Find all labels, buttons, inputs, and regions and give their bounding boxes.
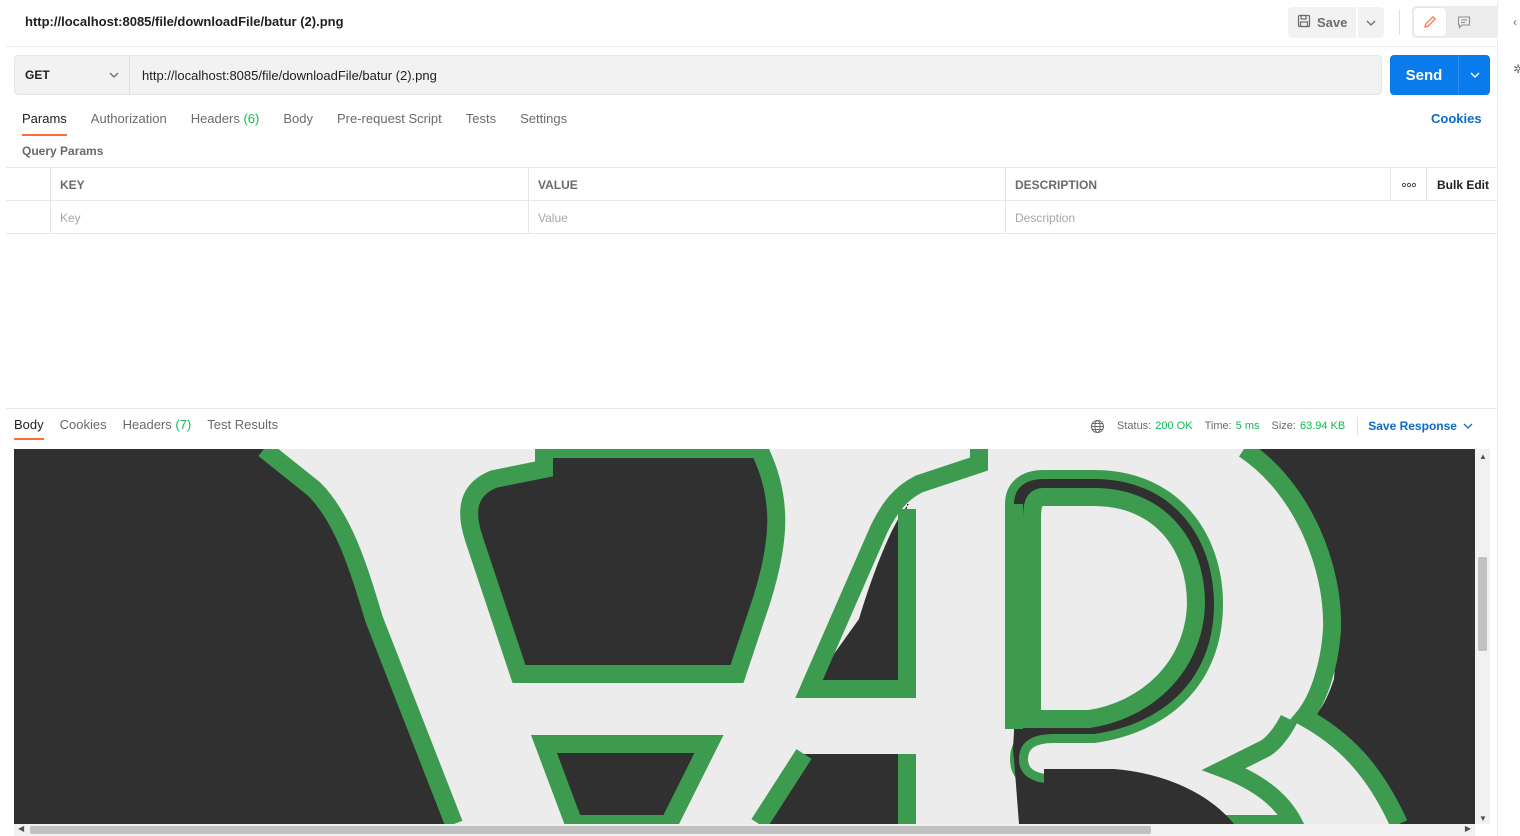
bulk-edit-button[interactable]: Bulk Edit <box>1437 178 1489 192</box>
edit-mode-button[interactable] <box>1414 8 1446 36</box>
column-header-key: KEY <box>50 168 528 201</box>
chevron-down-icon <box>109 72 119 78</box>
status-label: Status: <box>1117 420 1152 432</box>
horizontal-scroll-thumb[interactable] <box>30 826 1151 834</box>
column-header-description: DESCRIPTION <box>1005 168 1390 201</box>
value-cell <box>528 201 1005 234</box>
gear-icon[interactable]: ✲ <box>1513 62 1520 76</box>
key-input[interactable] <box>60 210 505 225</box>
horizontal-scrollbar[interactable]: ◀ ▶ <box>14 824 1475 836</box>
time-label: Time: <box>1204 420 1232 432</box>
comment-icon <box>1457 16 1471 29</box>
method-select[interactable]: GET <box>15 56 130 94</box>
comments-button[interactable] <box>1448 8 1480 36</box>
save-group: Save <box>1288 7 1385 38</box>
response-tab-headers-count: (7) <box>175 417 192 432</box>
request-title[interactable]: http://localhost:8085/file/downloadFile/… <box>25 14 344 29</box>
divider <box>1399 10 1400 35</box>
logo-image <box>14 449 1475 824</box>
tab-headers-count: (6) <box>243 111 260 126</box>
vertical-scroll-thumb[interactable] <box>1478 557 1487 651</box>
tab-headers-label: Headers <box>190 111 240 126</box>
save-icon <box>1297 14 1311 31</box>
app-window: http://localhost:8085/file/downloadFile/… <box>0 0 1520 836</box>
size-label: Size: <box>1271 420 1296 432</box>
save-options-button[interactable] <box>1358 7 1385 38</box>
tab-body[interactable]: Body <box>283 108 313 134</box>
time-value: 5 ms <box>1235 420 1260 432</box>
send-group: Send <box>1390 55 1490 95</box>
method-label: GET <box>25 68 50 82</box>
key-cell <box>50 201 528 234</box>
query-params-table: KEY VALUE DESCRIPTION Bulk Edit <box>6 167 1497 234</box>
tab-headers[interactable]: Headers (6) <box>191 108 260 134</box>
response-tab-test-results[interactable]: Test Results <box>207 416 278 440</box>
status-value: 200 OK <box>1155 420 1193 432</box>
description-input[interactable] <box>1015 210 1473 225</box>
chevron-down-icon <box>1366 20 1376 26</box>
scroll-down-icon[interactable]: ▼ <box>1479 814 1487 823</box>
request-title-bar: http://localhost:8085/file/downloadFile/… <box>6 0 1497 47</box>
scroll-up-icon[interactable]: ▲ <box>1479 452 1487 461</box>
pencil-icon <box>1424 15 1437 28</box>
chevron-down-icon <box>1470 72 1479 78</box>
tab-tests[interactable]: Tests <box>466 108 496 134</box>
tab-params[interactable]: Params <box>22 108 67 136</box>
globe-icon[interactable] <box>1090 419 1105 434</box>
query-params-title: Query Params <box>22 144 104 158</box>
more-horizontal-icon <box>1401 182 1417 187</box>
description-cell <box>1005 201 1497 234</box>
send-button[interactable]: Send <box>1390 55 1458 95</box>
size-value: 63.94 KB <box>1299 420 1346 432</box>
response-tab-headers[interactable]: Headers (7) <box>123 416 192 440</box>
table-header-row: KEY VALUE DESCRIPTION Bulk Edit <box>6 168 1497 201</box>
scroll-right-icon[interactable]: ▶ <box>1465 824 1471 833</box>
table-row <box>6 201 1497 234</box>
save-label: Save <box>1317 15 1348 30</box>
mode-toggle <box>1412 6 1510 38</box>
more-options-button[interactable] <box>1390 168 1426 201</box>
cookies-link[interactable]: Cookies <box>1431 111 1482 126</box>
pane-divider[interactable] <box>6 408 1497 409</box>
tab-settings[interactable]: Settings <box>520 108 567 134</box>
request-tabs: Params Authorization Headers (6) Body Pr… <box>22 108 591 136</box>
response-tabs: Body Cookies Headers (7) Test Results <box>14 416 294 440</box>
divider <box>1357 417 1359 435</box>
right-sidebar-edge: ‹ ✲ <box>1497 0 1520 836</box>
response-tab-body[interactable]: Body <box>14 416 44 440</box>
save-button[interactable]: Save <box>1288 7 1357 38</box>
save-response-button[interactable]: Save Response <box>1368 419 1473 433</box>
tab-prerequest-script[interactable]: Pre-request Script <box>337 108 442 134</box>
send-options-button[interactable] <box>1458 55 1490 95</box>
response-tab-cookies[interactable]: Cookies <box>60 416 107 440</box>
url-input[interactable] <box>130 56 1381 94</box>
response-tab-headers-label: Headers <box>122 417 172 432</box>
response-image-preview <box>14 449 1475 824</box>
value-input[interactable] <box>538 210 982 225</box>
chevron-left-icon[interactable]: ‹ <box>1513 15 1517 29</box>
vertical-scrollbar[interactable]: ▲ ▼ <box>1475 449 1490 824</box>
save-response-label: Save Response <box>1368 419 1457 433</box>
chevron-down-icon <box>1463 423 1473 429</box>
tab-authorization[interactable]: Authorization <box>91 108 167 134</box>
response-status-bar: Status: 200 OK Time: 5 ms Size: 63.94 KB… <box>1090 417 1473 435</box>
scroll-left-icon[interactable]: ◀ <box>18 824 24 833</box>
request-bar: GET <box>14 55 1382 95</box>
column-header-value: VALUE <box>528 168 1005 201</box>
